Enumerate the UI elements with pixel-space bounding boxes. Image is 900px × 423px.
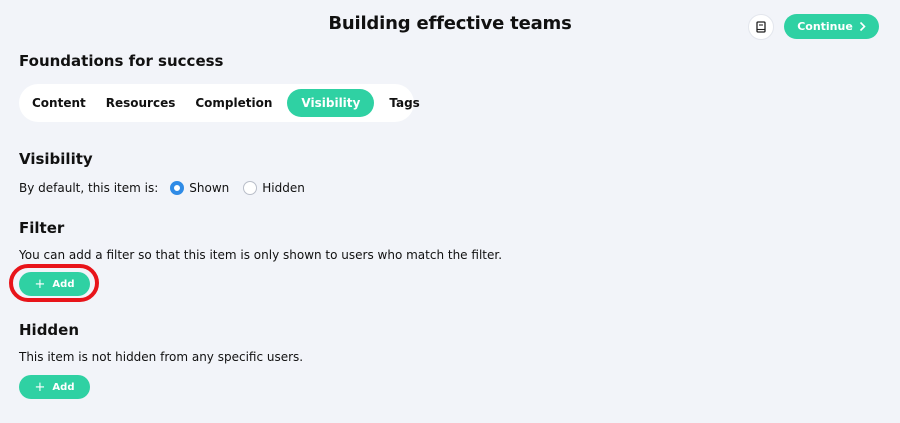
tab-bar: Content Resources Completion Visibility … — [19, 84, 420, 122]
tab-resources[interactable]: Resources — [97, 89, 185, 117]
section-title: Foundations for success — [19, 52, 224, 70]
visibility-default-row: By default, this item is: Shown Hidden — [19, 181, 319, 195]
book-button[interactable] — [748, 14, 774, 40]
radio-shown[interactable] — [170, 181, 185, 195]
radio-hidden[interactable] — [243, 181, 258, 195]
filter-description: You can add a filter so that this item i… — [19, 248, 503, 262]
hidden-add-label: Add — [52, 381, 75, 393]
chevron-right-icon — [859, 21, 866, 32]
hidden-add-button[interactable]: + Add — [19, 375, 90, 399]
visibility-option-shown[interactable]: Shown — [170, 181, 229, 195]
tab-content[interactable]: Content — [23, 89, 95, 117]
visibility-option-hidden[interactable]: Hidden — [243, 181, 305, 195]
option-hidden-label: Hidden — [262, 181, 305, 195]
continue-button[interactable]: Continue — [784, 14, 879, 39]
hidden-description: This item is not hidden from any specifi… — [19, 350, 304, 364]
tab-tags[interactable]: Tags — [380, 89, 428, 117]
plus-icon: + — [34, 379, 46, 395]
hidden-heading: Hidden — [19, 321, 80, 339]
tab-completion[interactable]: Completion — [186, 89, 281, 117]
highlight-ring — [9, 264, 99, 302]
continue-label: Continue — [797, 20, 853, 33]
filter-heading: Filter — [19, 219, 65, 237]
option-shown-label: Shown — [189, 181, 230, 195]
visibility-default-label: By default, this item is: — [19, 181, 159, 195]
book-icon — [756, 21, 766, 33]
visibility-heading: Visibility — [19, 150, 93, 168]
tab-visibility[interactable]: Visibility — [287, 89, 375, 117]
